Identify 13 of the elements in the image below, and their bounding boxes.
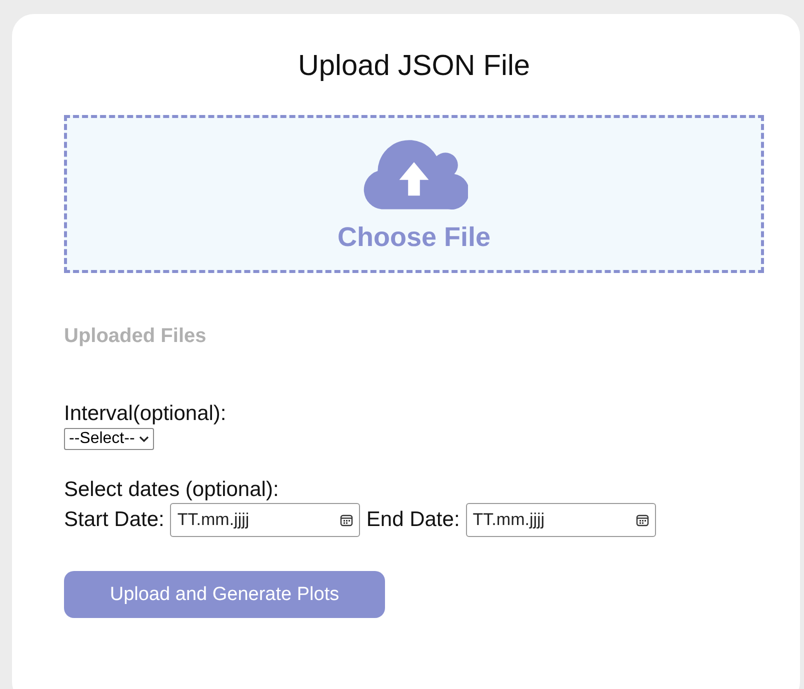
dates-label: Select dates (optional): (64, 478, 280, 502)
choose-file-label: Choose File (337, 222, 491, 253)
date-field[interactable]: TT.mm.jjjj (466, 503, 656, 537)
date-label: Start Date: (64, 508, 164, 532)
date-field[interactable]: TT.mm.jjjj (170, 503, 360, 537)
date-label: End Date: (366, 508, 460, 532)
interval-label: Interval(optional): (64, 402, 228, 426)
calendar-icon (340, 514, 354, 526)
page-title: Upload JSON File (296, 50, 532, 83)
interval-select[interactable]: --Select-- (64, 428, 154, 450)
uploaded-files-heading: Uploaded Files (64, 325, 208, 348)
chevron-down-icon (138, 436, 149, 442)
calendar-icon (636, 514, 649, 526)
